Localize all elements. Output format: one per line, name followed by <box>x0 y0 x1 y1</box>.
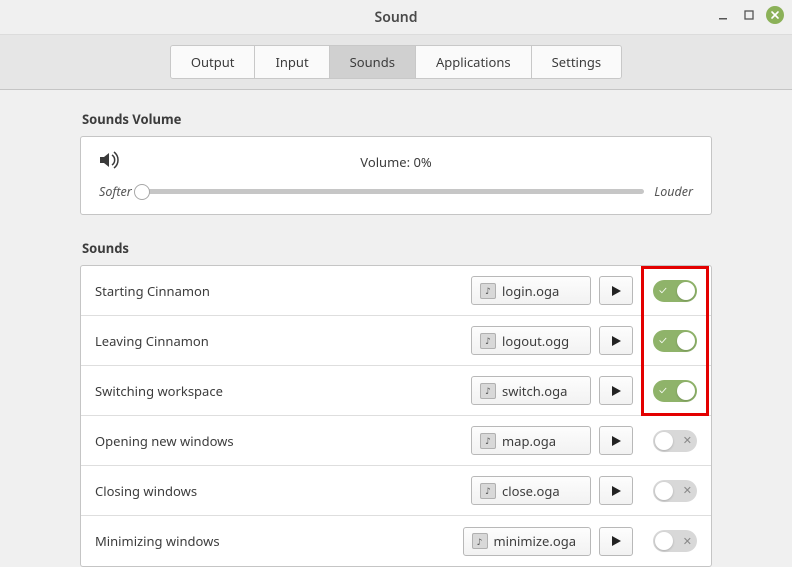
sound-file-name: logout.ogg <box>502 332 569 350</box>
play-button[interactable] <box>599 476 633 505</box>
tab-settings[interactable]: Settings <box>532 46 621 78</box>
volume-section-label: Sounds Volume <box>82 110 712 128</box>
sound-row: Closing windows ♪ close.oga ✕ <box>81 466 711 516</box>
play-button[interactable] <box>599 326 633 355</box>
sound-toggle[interactable]: ✓ <box>653 280 697 302</box>
sound-file-name: close.oga <box>502 482 560 500</box>
sound-file-button[interactable]: ♪ logout.ogg <box>471 326 591 355</box>
sound-file-name: map.oga <box>502 432 556 450</box>
sound-file-name: switch.oga <box>502 382 567 400</box>
sound-label: Opening new windows <box>95 432 471 450</box>
minimize-icon[interactable] <box>714 6 732 24</box>
sound-file-name: login.oga <box>502 282 559 300</box>
audio-file-icon: ♪ <box>480 333 496 349</box>
volume-label: Volume: 0% <box>127 153 665 171</box>
play-button[interactable] <box>599 276 633 305</box>
sound-toggle[interactable]: ✓ <box>653 330 697 352</box>
volume-softer-label: Softer <box>99 183 132 200</box>
sound-label: Minimizing windows <box>95 532 463 550</box>
sound-toggle[interactable]: ✕ <box>653 530 697 552</box>
audio-file-icon: ♪ <box>480 283 496 299</box>
sound-label: Switching workspace <box>95 382 471 400</box>
volume-louder-label: Louder <box>654 183 693 200</box>
volume-panel: Volume: 0% Softer Louder <box>80 136 712 215</box>
sound-toggle[interactable]: ✓ <box>653 380 697 402</box>
window-title: Sound <box>0 8 792 27</box>
volume-slider[interactable] <box>142 189 645 194</box>
sound-file-button[interactable]: ♪ minimize.oga <box>463 527 592 556</box>
play-button[interactable] <box>599 376 633 405</box>
close-icon[interactable] <box>766 6 784 24</box>
sound-file-button[interactable]: ♪ map.oga <box>471 426 591 455</box>
sound-row: Minimizing windows ♪ minimize.oga ✕ <box>81 516 711 566</box>
sounds-list: Starting Cinnamon♪login.oga✓Leaving Cinn… <box>80 265 712 567</box>
tabbar: OutputInputSoundsApplicationsSettings <box>0 34 792 90</box>
tab-sounds[interactable]: Sounds <box>330 46 416 78</box>
sound-file-button[interactable]: ♪ close.oga <box>471 476 591 505</box>
sound-toggle[interactable]: ✕ <box>653 480 697 502</box>
maximize-icon[interactable] <box>740 6 758 24</box>
audio-file-icon: ♪ <box>472 533 488 549</box>
sound-row: Opening new windows ♪ map.oga ✕ <box>81 416 711 466</box>
audio-file-icon: ♪ <box>480 383 496 399</box>
sound-row: Switching workspace ♪ switch.oga ✓ <box>81 366 711 416</box>
sound-row: Leaving Cinnamon ♪ logout.ogg ✓ <box>81 316 711 366</box>
sound-row: Starting Cinnamon ♪ login.oga ✓ <box>81 266 711 316</box>
tab-output[interactable]: Output <box>171 46 256 78</box>
sound-file-button[interactable]: ♪ switch.oga <box>471 376 591 405</box>
window-controls <box>714 6 784 24</box>
speaker-icon <box>99 151 127 173</box>
audio-file-icon: ♪ <box>480 483 496 499</box>
sound-toggle[interactable]: ✕ <box>653 430 697 452</box>
play-button[interactable] <box>599 527 633 556</box>
sound-label: Starting Cinnamon <box>95 282 471 300</box>
tab-input[interactable]: Input <box>255 46 329 78</box>
sound-file-name: minimize.oga <box>494 532 577 550</box>
sound-label: Closing windows <box>95 482 471 500</box>
sound-file-button[interactable]: ♪ login.oga <box>471 276 591 305</box>
sound-label: Leaving Cinnamon <box>95 332 471 350</box>
tab-applications[interactable]: Applications <box>416 46 532 78</box>
audio-file-icon: ♪ <box>480 433 496 449</box>
titlebar: Sound <box>0 0 792 34</box>
play-button[interactable] <box>599 426 633 455</box>
sounds-section-label: Sounds <box>82 239 712 257</box>
